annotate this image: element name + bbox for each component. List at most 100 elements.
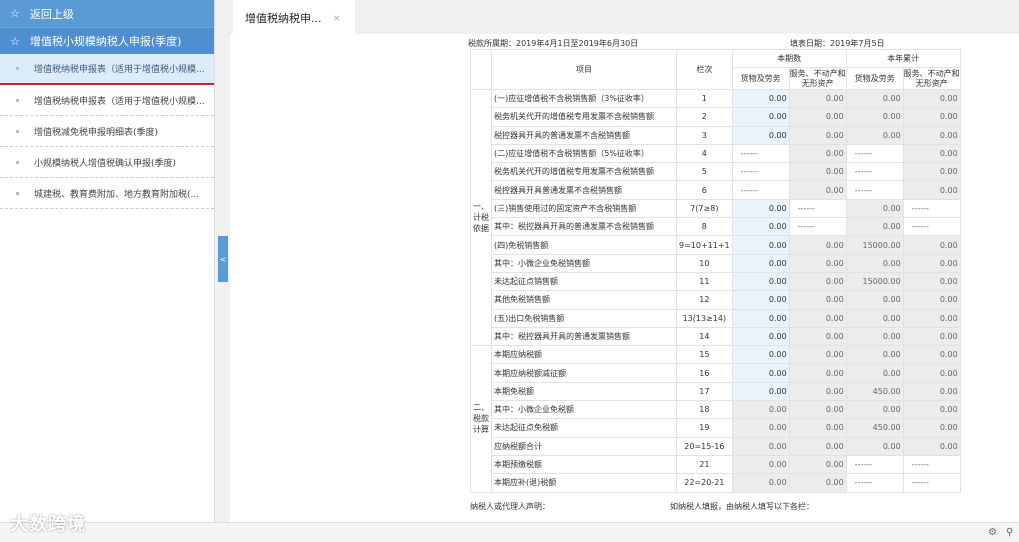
row-value-cell[interactable]: 0.00: [731, 473, 790, 493]
row-item-label: 其他免税销售额: [491, 290, 677, 310]
table-row: 其中：小微企业免税销售额 10 0.00 0.00 0.00 0.00: [471, 253, 961, 273]
row-value-cell[interactable]: 0.00: [731, 454, 790, 475]
sidebar-item-vat-relief[interactable]: 增值税减免税申报明细表(季度): [0, 116, 214, 147]
group-label: 增值税小规模纳税人申报(季度): [29, 35, 182, 48]
table-row: (五)出口免税销售额 13(13≥14) 0.00 0.00 0.00 0.00: [471, 308, 961, 328]
table-row: (四)免税销售额 9=10+11+1 0.00 0.00 15000.00 0.00: [471, 235, 961, 255]
row-value-cell[interactable]: 0.00: [731, 88, 790, 109]
sidebar-item-label: 增值税纳税申报表（适用于增值税小规模...: [34, 65, 205, 75]
row-value-cell: 0.00: [845, 308, 904, 328]
table-row: 本期应纳税额减征额 16 0.00 0.00 0.00 0.00: [471, 363, 961, 383]
row-value-cell: 0.00: [788, 418, 847, 438]
table-row: 本期预缴税额 21 0.00 0.00 ------ ------: [471, 454, 961, 475]
row-value-cell: 0.00: [902, 308, 961, 328]
row-value-cell[interactable]: 0.00: [731, 253, 790, 273]
row-value-cell[interactable]: 0.00: [731, 381, 790, 402]
row-value-cell[interactable]: 0.00: [731, 418, 790, 438]
row-value-cell: 0.00: [788, 107, 847, 127]
row-value-cell: ------: [788, 217, 847, 237]
row-col-number: 16: [676, 363, 733, 383]
row-value-cell[interactable]: 0.00: [731, 125, 790, 145]
row-value-cell: 0.00: [788, 363, 847, 383]
table-row: 税务机关代开的增值税专用发票不含税销售额 5 ------ 0.00 ------ 0.0…: [471, 162, 961, 182]
row-value-cell: ------: [788, 198, 847, 219]
row-value-cell[interactable]: 0.00: [731, 400, 790, 420]
header-ytd: 本年累计: [845, 49, 961, 68]
row-value-cell[interactable]: 0.00: [731, 271, 790, 292]
row-value-cell: 0.00: [902, 107, 961, 127]
table-row: 未达起征点免税额 19 0.00 0.00 450.00 0.00: [471, 418, 961, 438]
row-col-number: 20=15-16: [676, 436, 733, 456]
row-value-cell: 0.00: [788, 125, 847, 145]
sidebar-group-header[interactable]: ☆ 增值税小规模纳税人申报(季度): [0, 27, 214, 54]
row-col-number: 22=20-21: [676, 473, 733, 493]
row-item-label: 应纳税额合计: [491, 436, 677, 456]
row-value-cell: ------: [731, 180, 790, 200]
table-row: 一、计税依据 (一)应征增值税不含税销售额（3%征收率） 1 0.00 0.00 0.00…: [470, 88, 961, 347]
tab-label: 增值税纳税申...: [245, 12, 322, 25]
row-value-cell[interactable]: 0.00: [731, 235, 790, 255]
row-value-cell: 0.00: [902, 436, 961, 456]
row-value-cell[interactable]: 0.00: [731, 363, 790, 383]
row-value-cell[interactable]: 0.00: [731, 436, 790, 456]
back-label: 返回上级: [29, 7, 74, 21]
row-value-cell[interactable]: 0.00: [731, 198, 790, 219]
row-value-cell: 0.00: [788, 88, 847, 109]
row-value-cell: ------: [845, 143, 904, 164]
row-item-label: 其中：税控器具开具的普通发票销售额: [491, 326, 677, 347]
back-button[interactable]: ☆ 返回上级: [0, 0, 214, 27]
header-item: 项目: [491, 49, 677, 90]
table-row: 其中：税控器具开具的普通发票不含税销售额 8 0.00 ------ 0.00 -----…: [471, 217, 961, 237]
row-col-number: 11: [676, 271, 733, 292]
header-col: 栏次: [676, 49, 733, 90]
row-item-label: (三)销售使用过的固定资产不含税销售额: [491, 198, 677, 219]
declaration-note: 如纳税人填报，由纳税人填写以下各栏：: [670, 502, 814, 511]
header-goods: 货物及劳务: [731, 67, 790, 90]
row-value-cell[interactable]: 0.00: [731, 107, 790, 127]
sidebar-item-surtax[interactable]: 城建税、教育费附加、地方教育附加税(...: [0, 178, 214, 209]
row-value-cell[interactable]: 0.00: [731, 290, 790, 310]
pin-icon[interactable]: ⚲: [1006, 527, 1013, 538]
header-goods-ytd: 货物及劳务: [845, 67, 904, 90]
row-value-cell: 0.00: [788, 326, 847, 347]
row-item-label: (二)应征增值税不含税销售额（5%征收率）: [491, 143, 677, 164]
row-value-cell[interactable]: 0.00: [731, 308, 790, 328]
sidebar-item-vat-return-2[interactable]: 增值税纳税申报表（适用于增值税小规模...: [0, 85, 214, 116]
row-item-label: 税务机关代开的增值税专用发票不含税销售额: [491, 162, 677, 182]
row-item-label: 其中：小微企业免税额: [491, 400, 677, 420]
table-row: (三)销售使用过的固定资产不含税销售额 7(7≥8) 0.00 ------ 0.00-…: [471, 198, 961, 219]
row-value-cell[interactable]: 0.00: [731, 345, 790, 365]
sidebar-item-vat-return[interactable]: 增值税纳税申报表（适用于增值税小规模...: [0, 54, 214, 85]
star-icon: ☆: [10, 7, 20, 20]
row-value-cell[interactable]: 0.00: [731, 326, 790, 347]
row-value-cell: 0.00: [845, 326, 904, 347]
row-col-number: 6: [676, 180, 733, 200]
table-row: 税务机关代开的增值税专用发票不含税销售额 2 0.00 0.00 0.00 0.00: [471, 107, 961, 127]
tab-vat-return[interactable]: 增值税纳税申... ×: [233, 0, 355, 34]
row-col-number: 1: [676, 88, 733, 109]
sidebar-collapse-button[interactable]: <: [218, 236, 228, 282]
header-current: 本期数: [731, 49, 847, 68]
row-value-cell: 0.00: [902, 162, 961, 182]
row-value-cell: 0.00: [845, 253, 904, 273]
row-col-number: 17: [676, 381, 733, 402]
row-item-label: 本期免税额: [491, 381, 677, 402]
row-item-label: 本期预缴税额: [491, 454, 677, 475]
row-value-cell: 0.00: [788, 235, 847, 255]
settings-icon[interactable]: ⚙: [988, 527, 997, 538]
bullet-icon: [16, 129, 19, 133]
row-item-label: 其中：税控器具开具的普通发票不含税销售额: [491, 217, 677, 237]
row-value-cell[interactable]: 0.00: [731, 217, 790, 237]
row-col-number: 14: [676, 326, 733, 347]
row-value-cell: 0.00: [902, 381, 961, 402]
table-row: 税控器具开具普通发票不含税销售额 6 ------ 0.00 ------ 0.00: [471, 180, 961, 200]
sidebar-item-confirm[interactable]: 小规模纳税人增值税确认申报(季度): [0, 147, 214, 178]
sidebar: ☆ 返回上级 ☆ 增值税小规模纳税人申报(季度) 增值税纳税申报表（适用于增值税…: [0, 0, 215, 522]
row-value-cell: 0.00: [788, 436, 847, 456]
app-window: ☆ 返回上级 ☆ 增值税小规模纳税人申报(季度) 增值税纳税申报表（适用于增值税…: [0, 0, 1019, 542]
row-value-cell: 0.00: [788, 345, 847, 365]
row-col-number: 2: [676, 107, 733, 127]
table-row: 未达起征点销售额 11 0.00 0.00 15000.00 0.00: [471, 271, 961, 292]
close-icon[interactable]: ×: [333, 14, 341, 24]
row-value-cell: 0.00: [845, 217, 904, 237]
